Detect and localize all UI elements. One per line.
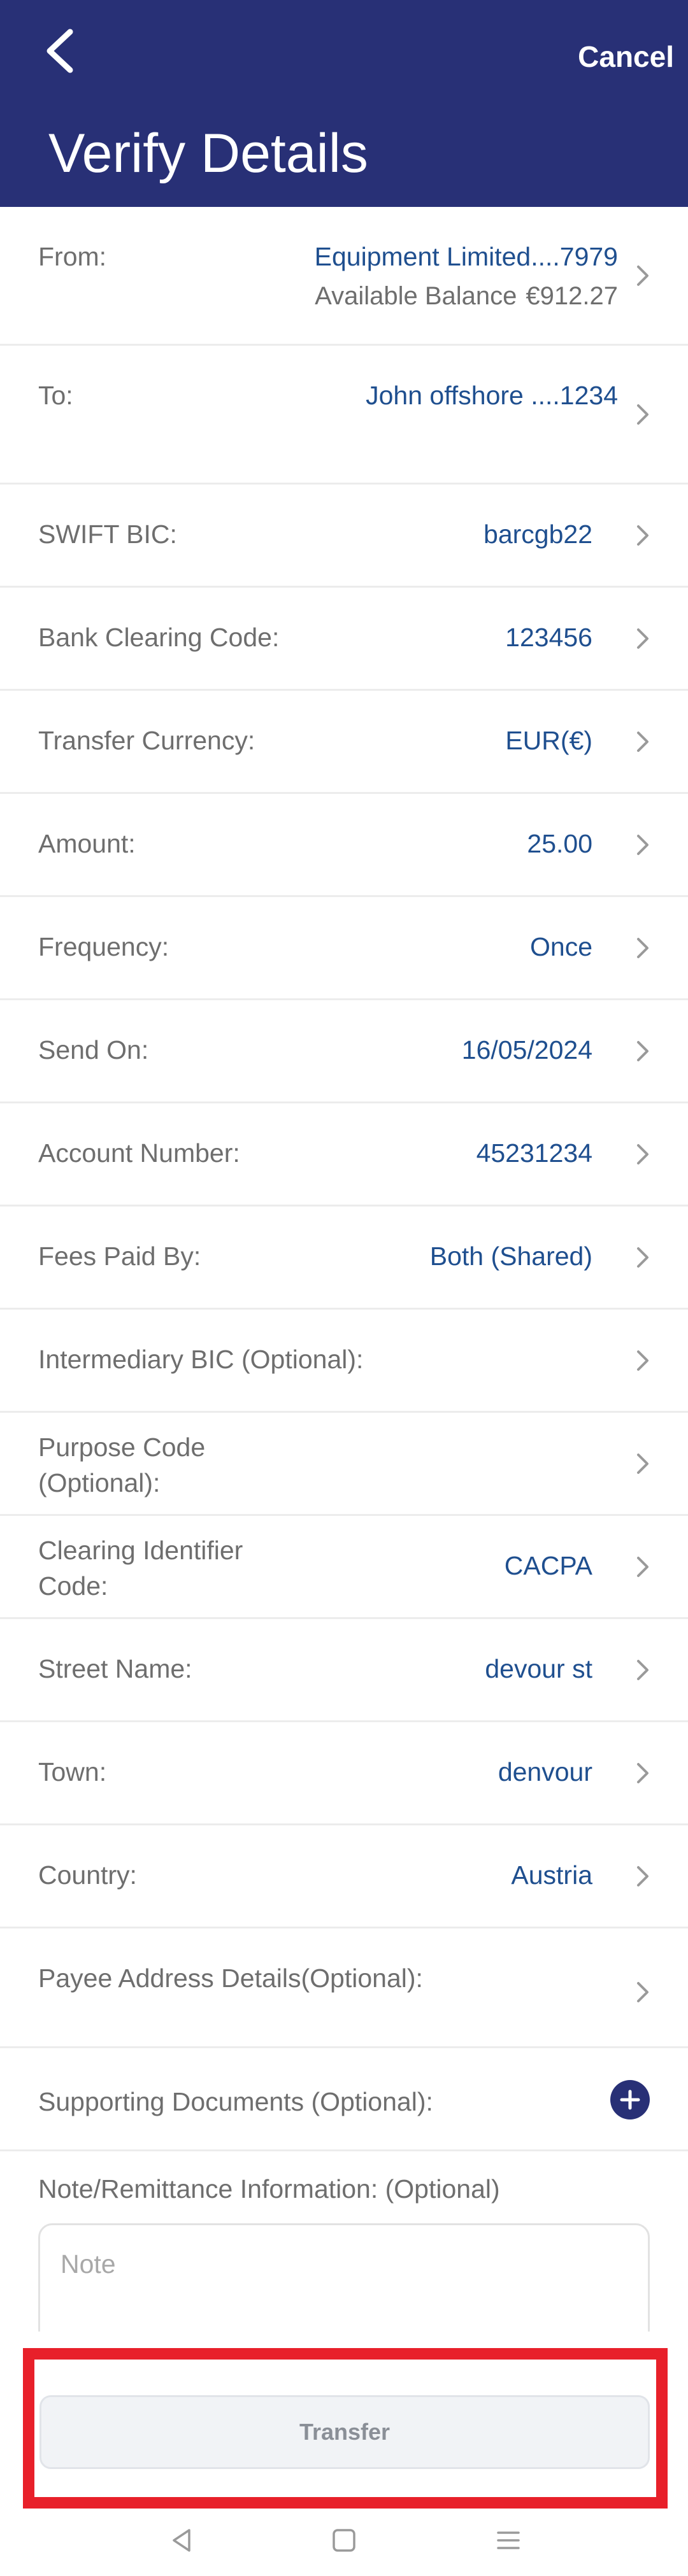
row-label: Intermediary BIC (Optional):	[38, 1345, 364, 1374]
row-intermediary-bic[interactable]: Intermediary BIC (Optional):	[0, 1310, 688, 1413]
row-label: SWIFT BIC:	[38, 520, 177, 549]
chevron-right-icon	[633, 729, 652, 754]
row-value: barcgb22	[484, 520, 592, 549]
nav-home-button[interactable]	[325, 2521, 363, 2559]
balance-label: Available Balance	[315, 282, 517, 310]
square-home-icon	[333, 2529, 355, 2552]
row-label: Send On:	[38, 1035, 149, 1065]
chevron-right-icon	[633, 935, 652, 961]
row-supporting-documents: Supporting Documents (Optional):	[0, 2048, 688, 2151]
chevron-right-icon	[633, 1554, 652, 1580]
row-clearing-identifier-code[interactable]: Clearing Identifier Code: CACPA	[0, 1516, 688, 1619]
row-bank-clearing-code[interactable]: Bank Clearing Code: 123456	[0, 588, 688, 691]
note-label: Note/Remittance Information: (Optional)	[38, 2174, 500, 2204]
row-value: Once	[530, 932, 592, 961]
row-value: John offshore ....1234	[366, 381, 618, 410]
balance-amount: €912.27	[526, 282, 618, 310]
chevron-right-icon	[633, 263, 652, 288]
chevron-right-icon	[633, 1451, 652, 1476]
chevron-right-icon	[633, 1038, 652, 1064]
details-list: From: Equipment Limited....7979 Availabl…	[0, 207, 688, 2151]
chevron-right-icon	[633, 1657, 652, 1683]
back-button[interactable]	[38, 25, 83, 76]
row-street-name[interactable]: Street Name: devour st	[0, 1619, 688, 1722]
row-payee-address-details[interactable]: Payee Address Details(Optional):	[0, 1928, 688, 2048]
row-from[interactable]: From: Equipment Limited....7979 Availabl…	[0, 207, 688, 346]
row-account-number[interactable]: Account Number: 45231234	[0, 1103, 688, 1207]
row-value: Both (Shared)	[429, 1242, 592, 1271]
chevron-right-icon	[633, 1348, 652, 1373]
row-label: From:	[38, 242, 107, 271]
row-label: Bank Clearing Code:	[38, 623, 280, 652]
menu-lines-icon	[497, 2531, 520, 2549]
transfer-button[interactable]: Transfer	[39, 2395, 650, 2469]
nav-menu-button[interactable]	[489, 2521, 527, 2559]
row-value: EUR(€)	[505, 726, 592, 755]
row-value: 16/05/2024	[461, 1035, 592, 1065]
row-country[interactable]: Country: Austria	[0, 1825, 688, 1928]
row-purpose-code[interactable]: Purpose Code (Optional):	[0, 1413, 688, 1516]
row-label: Frequency:	[38, 932, 169, 961]
cancel-button[interactable]: Cancel	[578, 39, 674, 74]
row-send-on[interactable]: Send On: 16/05/2024	[0, 1000, 688, 1103]
chevron-right-icon	[633, 1245, 652, 1270]
row-label: Supporting Documents (Optional):	[38, 2087, 433, 2116]
chevron-right-icon	[633, 1142, 652, 1167]
plus-icon	[620, 2090, 640, 2110]
nav-back-button[interactable]	[162, 2521, 201, 2559]
row-label: To:	[38, 381, 73, 410]
row-label: Amount:	[38, 829, 136, 858]
header-bar: Cancel Verify Details	[0, 0, 688, 207]
row-value: denvour	[498, 1757, 592, 1787]
row-label: Clearing Identifier Code:	[38, 1536, 243, 1601]
row-label: Purpose Code (Optional):	[38, 1433, 206, 1497]
chevron-right-icon	[633, 626, 652, 651]
row-value: 123456	[505, 623, 592, 652]
row-town[interactable]: Town: denvour	[0, 1722, 688, 1825]
chevron-right-icon	[633, 832, 652, 858]
chevron-left-icon	[47, 29, 73, 73]
row-amount[interactable]: Amount: 25.00	[0, 794, 688, 897]
row-label: Transfer Currency:	[38, 726, 255, 755]
chevron-right-icon	[633, 1760, 652, 1786]
chevron-right-icon	[633, 1979, 652, 2005]
chevron-right-icon	[633, 402, 652, 427]
row-swift-bic[interactable]: SWIFT BIC: barcgb22	[0, 485, 688, 588]
row-value: devour st	[485, 1654, 592, 1683]
row-transfer-currency[interactable]: Transfer Currency: EUR(€)	[0, 691, 688, 794]
row-to[interactable]: To: John offshore ....1234	[0, 346, 688, 485]
row-value: Equipment Limited....7979	[314, 242, 618, 271]
row-value: CACPA	[504, 1551, 592, 1580]
row-label: Town:	[38, 1757, 107, 1787]
triangle-back-icon	[173, 2529, 190, 2552]
row-value: 25.00	[527, 829, 592, 858]
row-label: Fees Paid By:	[38, 1242, 201, 1271]
row-value: Austria	[511, 1860, 592, 1890]
chevron-right-icon	[633, 523, 652, 548]
row-fees-paid-by[interactable]: Fees Paid By: Both (Shared)	[0, 1207, 688, 1310]
row-frequency[interactable]: Frequency: Once	[0, 897, 688, 1000]
row-label: Street Name:	[38, 1654, 192, 1683]
add-document-button[interactable]	[610, 2080, 650, 2120]
system-nav-bar	[0, 2515, 688, 2576]
row-value: 45231234	[476, 1138, 592, 1168]
row-label: Country:	[38, 1860, 137, 1890]
chevron-right-icon	[633, 1864, 652, 1889]
row-label: Account Number:	[38, 1138, 240, 1168]
row-label: Payee Address Details(Optional):	[38, 1964, 423, 1993]
page-title: Verify Details	[48, 123, 368, 184]
available-balance: Available Balance €912.27	[315, 278, 618, 314]
